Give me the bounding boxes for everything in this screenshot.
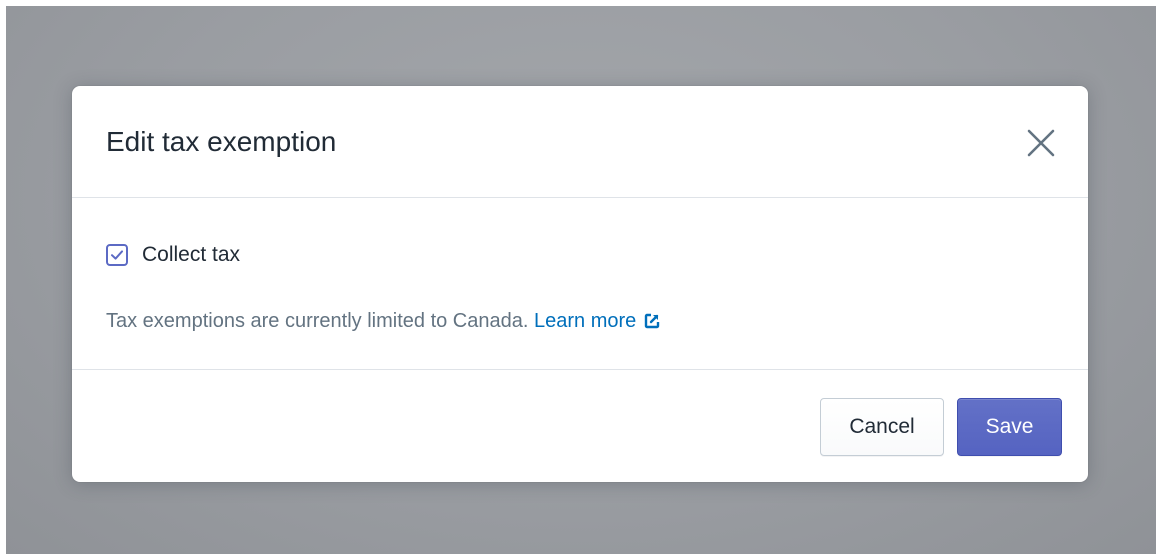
modal-body: Collect tax Tax exemptions are currently… [72,198,1088,370]
tax-exemption-info: Tax exemptions are currently limited to … [106,308,660,334]
checkmark-icon [111,250,123,260]
collect-tax-label: Collect tax [142,243,241,266]
edit-tax-exemption-modal: Edit tax exemption Collect tax Tax exemp… [72,86,1088,482]
close-icon [1027,129,1055,157]
close-button[interactable] [1024,126,1058,160]
modal-title: Edit tax exemption [106,126,337,157]
save-button[interactable]: Save [957,398,1062,456]
collect-tax-checkbox-row[interactable]: Collect tax [106,242,240,268]
learn-more-link[interactable]: Learn more [534,310,660,332]
cancel-button[interactable]: Cancel [820,398,944,456]
external-link-icon [645,313,660,329]
modal-header: Edit tax exemption [72,86,1088,198]
info-text: Tax exemptions are currently limited to … [106,310,529,332]
collect-tax-checkbox[interactable] [106,244,128,266]
learn-more-label: Learn more [533,310,637,332]
modal-footer: Cancel Save [72,370,1088,482]
